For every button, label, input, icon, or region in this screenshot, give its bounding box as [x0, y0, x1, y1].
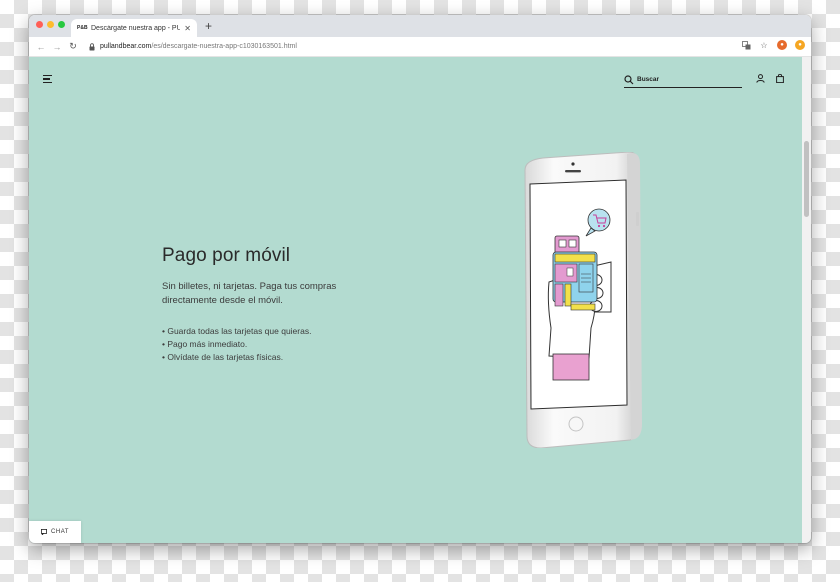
search-icon	[624, 74, 634, 84]
new-tab-button[interactable]: +	[205, 19, 212, 33]
lock-icon	[89, 42, 97, 51]
search-input[interactable]	[637, 76, 737, 83]
fox-extension-icon[interactable]: ●	[777, 40, 787, 50]
address-bar[interactable]: pullandbear.com /es/descargate-nuestra-a…	[89, 42, 297, 51]
shopping-bag-icon[interactable]	[776, 74, 784, 83]
menu-icon[interactable]	[43, 75, 52, 83]
user-icon[interactable]	[756, 74, 765, 83]
url-path: /es/descargate-nuestra-app-c1030163501.h…	[151, 43, 297, 50]
feature-item: Pago más inmediato.	[162, 338, 382, 351]
chat-button[interactable]: CHAT	[29, 521, 81, 543]
back-button[interactable]: ←	[33, 42, 49, 52]
browser-titlebar: P&B Descárgate nuestra app - PULL ✕ +	[29, 15, 811, 37]
hero-subtitle: Sin billetes, ni tarjetas. Paga tus comp…	[162, 281, 337, 306]
forward-button[interactable]: →	[49, 42, 65, 52]
reload-button[interactable]: ↻	[65, 41, 81, 52]
url-domain: pullandbear.com	[100, 43, 152, 50]
hero-text: Pago por móvil Sin billetes, ni tarjetas…	[162, 245, 382, 364]
window-maximize-button[interactable]	[58, 21, 65, 28]
window-minimize-button[interactable]	[47, 21, 54, 28]
browser-tab[interactable]: P&B Descárgate nuestra app - PULL ✕	[71, 19, 197, 37]
tab-title: Descárgate nuestra app - PULL	[91, 24, 181, 32]
toolbar-extensions: ☆ ● ●	[741, 40, 805, 50]
badge-extension-icon[interactable]: ●	[795, 40, 805, 50]
translate-icon[interactable]	[741, 40, 751, 50]
tab-close-icon[interactable]: ✕	[184, 24, 191, 33]
bookmark-star-icon[interactable]: ☆	[759, 40, 769, 50]
search-bar[interactable]	[624, 72, 742, 88]
window-close-button[interactable]	[36, 21, 43, 28]
feature-item: Olvídate de las tarjetas físicas.	[162, 351, 382, 364]
page-title: Pago por móvil	[162, 245, 291, 266]
chat-label: CHAT	[51, 529, 69, 535]
feature-list: Guarda todas las tarjetas que quieras. P…	[162, 325, 382, 364]
browser-toolbar: ← → ↻ pullandbear.com /es/descargate-nue…	[29, 37, 811, 57]
browser-window: P&B Descárgate nuestra app - PULL ✕ + ← …	[29, 15, 811, 543]
tab-favicon-icon: P&B	[77, 25, 88, 31]
scrollbar-thumb[interactable]	[804, 141, 809, 217]
phone-illustration	[519, 151, 643, 449]
page-scrollbar[interactable]	[802, 57, 811, 543]
page-viewport: Pago por móvil Sin billetes, ni tarjetas…	[29, 57, 811, 543]
feature-item: Guarda todas las tarjetas que quieras.	[162, 325, 382, 338]
chat-icon	[41, 529, 48, 535]
